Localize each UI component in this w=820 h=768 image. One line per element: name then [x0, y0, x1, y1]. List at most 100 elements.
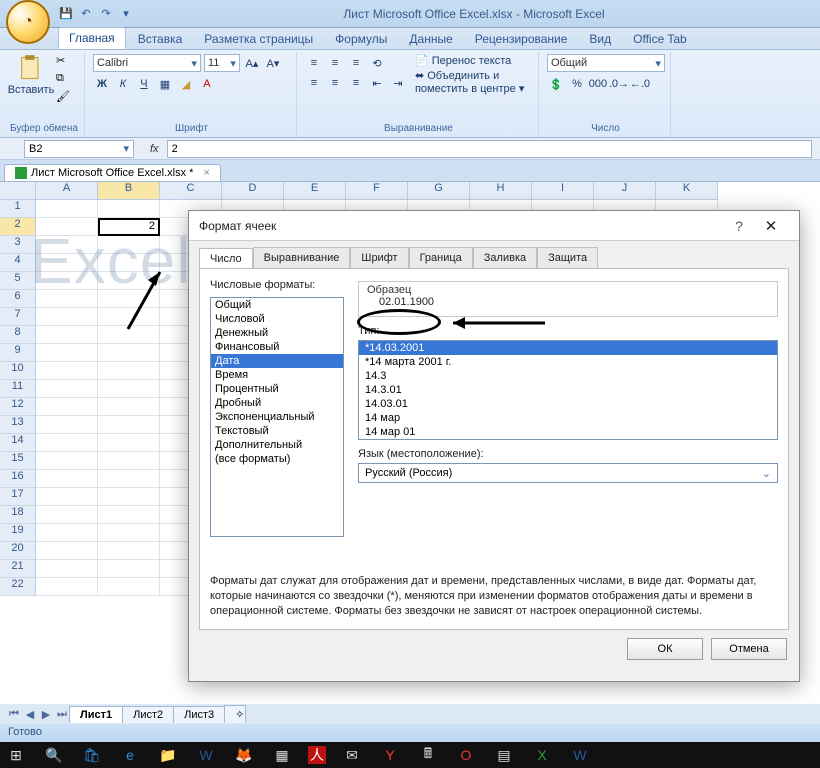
- row-header[interactable]: 19: [0, 524, 36, 542]
- cell[interactable]: [98, 488, 160, 506]
- increase-indent-icon[interactable]: ⇥: [389, 74, 407, 92]
- close-icon[interactable]: ✕: [753, 217, 789, 235]
- cell[interactable]: [98, 416, 160, 434]
- type-list-item[interactable]: 14 мар 01: [359, 425, 777, 439]
- increase-font-icon[interactable]: A▴: [243, 54, 261, 72]
- adobe-icon[interactable]: 人: [308, 746, 326, 764]
- row-header[interactable]: 3: [0, 236, 36, 254]
- start-icon[interactable]: ⊞: [4, 743, 28, 767]
- row-header[interactable]: 14: [0, 434, 36, 452]
- cell[interactable]: [36, 344, 98, 362]
- row-header[interactable]: 6: [0, 290, 36, 308]
- edge-icon[interactable]: e: [118, 743, 142, 767]
- cell[interactable]: [98, 380, 160, 398]
- format-list-item[interactable]: Дата: [211, 354, 343, 368]
- cell[interactable]: [36, 218, 98, 236]
- formula-input[interactable]: 2: [167, 140, 812, 158]
- cell[interactable]: [98, 578, 160, 596]
- row-header[interactable]: 12: [0, 398, 36, 416]
- number-format-combo[interactable]: Общий▾: [547, 54, 665, 72]
- cell[interactable]: [36, 506, 98, 524]
- excel-tb-icon[interactable]: X: [530, 743, 554, 767]
- format-list-item[interactable]: Текстовый: [211, 424, 343, 438]
- office-button[interactable]: ◔: [6, 0, 50, 44]
- cell[interactable]: [98, 398, 160, 416]
- align-top-icon[interactable]: ≡: [305, 54, 323, 72]
- dialog-tab-protection[interactable]: Защита: [537, 247, 598, 268]
- row-header[interactable]: 1: [0, 200, 36, 218]
- align-center-icon[interactable]: ≡: [326, 74, 344, 92]
- type-list-item[interactable]: 14 мар: [359, 411, 777, 425]
- sheet-nav-last-icon[interactable]: ⏭: [54, 708, 70, 721]
- calc-icon[interactable]: 🖩: [416, 743, 440, 767]
- orientation-icon[interactable]: ⟲: [368, 54, 386, 72]
- column-header[interactable]: D: [222, 182, 284, 200]
- row-header[interactable]: 17: [0, 488, 36, 506]
- new-sheet-icon[interactable]: ✧: [224, 705, 246, 723]
- cell[interactable]: [98, 236, 160, 254]
- close-tab-icon[interactable]: ×: [203, 167, 209, 179]
- ribbon-tab-view[interactable]: Вид: [579, 29, 621, 49]
- sheet-tab-2[interactable]: Лист2: [122, 706, 174, 723]
- ribbon-tab-officetab[interactable]: Office Tab: [623, 29, 697, 49]
- cell[interactable]: 2: [98, 218, 160, 236]
- column-header[interactable]: A: [36, 182, 98, 200]
- cell[interactable]: [36, 200, 98, 218]
- cell[interactable]: [98, 200, 160, 218]
- undo-icon[interactable]: ↶: [78, 6, 94, 22]
- cell[interactable]: [36, 380, 98, 398]
- column-header[interactable]: K: [656, 182, 718, 200]
- cell[interactable]: [98, 434, 160, 452]
- column-header[interactable]: J: [594, 182, 656, 200]
- fx-icon[interactable]: fx: [150, 143, 159, 155]
- column-header[interactable]: B: [98, 182, 160, 200]
- opera-icon[interactable]: O: [454, 743, 478, 767]
- row-header[interactable]: 4: [0, 254, 36, 272]
- redo-icon[interactable]: ↷: [98, 6, 114, 22]
- number-formats-list[interactable]: ОбщийЧисловойДенежныйФинансовыйДатаВремя…: [210, 297, 344, 537]
- type-list-item[interactable]: *14.03.2001: [359, 341, 777, 355]
- cell[interactable]: [36, 434, 98, 452]
- row-header[interactable]: 22: [0, 578, 36, 596]
- cell[interactable]: [98, 362, 160, 380]
- format-list-item[interactable]: Денежный: [211, 326, 343, 340]
- cell[interactable]: [36, 488, 98, 506]
- ribbon-tab-insert[interactable]: Вставка: [128, 29, 193, 49]
- sheet-tab-1[interactable]: Лист1: [69, 706, 123, 723]
- type-list[interactable]: *14.03.2001*14 марта 2001 г.14.314.3.011…: [358, 340, 778, 440]
- save-icon[interactable]: 💾: [58, 6, 74, 22]
- cell[interactable]: [36, 254, 98, 272]
- font-name-combo[interactable]: Calibri▾: [93, 54, 201, 72]
- border-icon[interactable]: ▦: [156, 75, 174, 93]
- dialog-tab-border[interactable]: Граница: [409, 247, 473, 268]
- ok-button[interactable]: ОК: [627, 638, 703, 660]
- row-header[interactable]: 18: [0, 506, 36, 524]
- ribbon-tab-formulas[interactable]: Формулы: [325, 29, 397, 49]
- format-list-item[interactable]: (все форматы): [211, 452, 343, 466]
- cancel-button[interactable]: Отмена: [711, 638, 787, 660]
- row-header[interactable]: 16: [0, 470, 36, 488]
- type-list-item[interactable]: *14 марта 2001 г.: [359, 355, 777, 369]
- cell[interactable]: [36, 290, 98, 308]
- font-size-combo[interactable]: 11▾: [204, 54, 240, 72]
- cell[interactable]: [36, 542, 98, 560]
- format-list-item[interactable]: Дробный: [211, 396, 343, 410]
- cell[interactable]: [98, 452, 160, 470]
- font-color-icon[interactable]: A: [198, 75, 216, 93]
- column-header[interactable]: F: [346, 182, 408, 200]
- dialog-tab-font[interactable]: Шрифт: [350, 247, 408, 268]
- row-header[interactable]: 5: [0, 272, 36, 290]
- format-list-item[interactable]: Экспоненциальный: [211, 410, 343, 424]
- cell[interactable]: [36, 236, 98, 254]
- app-icon[interactable]: ▦: [270, 743, 294, 767]
- ribbon-tab-page-layout[interactable]: Разметка страницы: [194, 29, 323, 49]
- format-list-item[interactable]: Процентный: [211, 382, 343, 396]
- help-icon[interactable]: ?: [725, 218, 753, 234]
- paste-button[interactable]: Вставить: [10, 54, 52, 96]
- format-list-item[interactable]: Общий: [211, 298, 343, 312]
- wrap-text-button[interactable]: 📄 Перенос текста: [415, 54, 532, 67]
- firefox-icon[interactable]: 🦊: [232, 743, 256, 767]
- cell[interactable]: [98, 542, 160, 560]
- format-list-item[interactable]: Финансовый: [211, 340, 343, 354]
- row-header[interactable]: 15: [0, 452, 36, 470]
